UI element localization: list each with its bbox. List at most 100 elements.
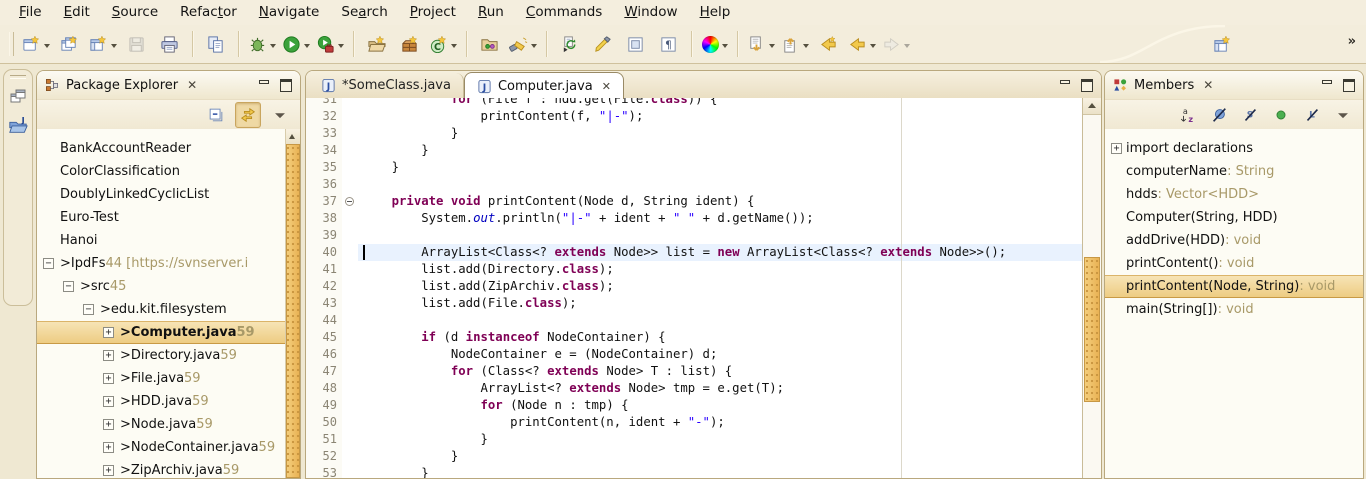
restore-view-button[interactable] <box>6 83 30 109</box>
hide-static-button[interactable]: S <box>1238 103 1262 127</box>
highlighter-button[interactable] <box>586 29 619 59</box>
tree-item-doublylinkedcycliclist[interactable]: DoublyLinkedCyclicList <box>37 183 286 206</box>
hide-local-button[interactable]: L <box>1300 103 1324 127</box>
member-item-hdds[interactable]: hdds : Vector<HDD> <box>1105 183 1363 206</box>
copy-editor-button[interactable] <box>199 29 232 59</box>
member-item-adddrive-hdd[interactable]: addDrive(HDD) : void <box>1105 229 1363 252</box>
package-explorer-scrollbar-thumb[interactable] <box>286 144 300 478</box>
open-type-button[interactable] <box>473 29 506 59</box>
member-item-computername[interactable]: computerName : String <box>1105 160 1363 183</box>
tree-item-ipdfs[interactable]: −J> IpdFs 44 [https://svnserver.i <box>37 252 286 275</box>
menu-refactor[interactable]: Refactor <box>169 0 248 25</box>
view-menu-button[interactable] <box>268 103 292 127</box>
menu-source[interactable]: Source <box>101 0 169 25</box>
link-with-editor-button[interactable] <box>235 102 261 128</box>
tree-expander[interactable]: + <box>103 327 114 338</box>
synchronize-button[interactable] <box>553 29 586 59</box>
member-item-printcontent-node-string[interactable]: printContent(Node, String) : void <box>1105 275 1363 298</box>
member-item-printcontent[interactable]: printContent() : void <box>1105 252 1363 275</box>
tree-expander[interactable]: + <box>103 373 114 384</box>
new-package-button[interactable] <box>393 29 426 59</box>
debug-dropdown-arrow-icon[interactable] <box>270 44 276 51</box>
show-public-button[interactable] <box>1269 103 1293 127</box>
external-tools-dropdown-arrow-icon[interactable] <box>338 44 344 51</box>
menu-commands[interactable]: Commands <box>515 0 613 25</box>
member-item-import-declarations[interactable]: +import declarations <box>1105 137 1363 160</box>
new-java-project-button[interactable] <box>360 29 393 59</box>
member-item-computer-string-hdd[interactable]: cComputer(String, HDD) <box>1105 206 1363 229</box>
tree-item-src[interactable]: −> src 45 <box>37 275 286 298</box>
editor-maximize-button[interactable] <box>1081 79 1093 92</box>
fast-view-handle[interactable] <box>10 75 26 79</box>
search-dropdown-arrow-icon[interactable] <box>531 44 537 51</box>
new-editor-button[interactable] <box>53 29 86 59</box>
last-edit-location-button[interactable] <box>812 29 845 59</box>
tree-expander[interactable]: + <box>103 442 114 453</box>
tree-item-colorclassification[interactable]: ColorClassification <box>37 160 286 183</box>
new-class-button[interactable]: C <box>426 29 460 59</box>
tree-expander[interactable]: − <box>43 258 54 269</box>
new-dropdown-arrow-icon[interactable] <box>44 44 50 51</box>
tree-item-directory-java[interactable]: +J> Directory.java 59 <box>37 344 286 367</box>
tree-item-ziparchiv-java[interactable]: +J> ZipArchiv.java 59 <box>37 459 286 478</box>
new-button[interactable] <box>19 29 53 59</box>
menu-search[interactable]: Search <box>330 0 398 25</box>
sort-button[interactable]: az <box>1176 103 1200 127</box>
java-browsing-button[interactable]: J <box>6 112 30 138</box>
previous-annotation-dropdown-arrow-icon[interactable] <box>803 44 809 51</box>
tree-item-euro-test[interactable]: Euro-Test <box>37 206 286 229</box>
package-explorer-minimize-button[interactable] <box>259 79 269 89</box>
tree-expander[interactable]: + <box>103 396 114 407</box>
debug-button[interactable] <box>245 29 279 59</box>
scroll-up-arrow-icon[interactable] <box>286 129 300 145</box>
new-class-dropdown-arrow-icon[interactable] <box>451 44 457 51</box>
tree-expander[interactable]: + <box>103 465 114 476</box>
tree-item-hdd-java[interactable]: +J> HDD.java 59 <box>37 390 286 413</box>
collapse-all-button[interactable] <box>204 103 228 127</box>
forward-dropdown-arrow-icon[interactable] <box>904 44 910 51</box>
menu-help[interactable]: Help <box>689 0 742 25</box>
new-view-dropdown-arrow-icon[interactable] <box>111 44 117 51</box>
tree-expander[interactable]: + <box>103 419 114 430</box>
show-selected-element-button[interactable] <box>619 29 652 59</box>
tree-item-nodecontainer-java[interactable]: +J> NodeContainer.java 59 <box>37 436 286 459</box>
editor-tab-computer-java[interactable]: JComputer.java✕ <box>464 72 624 99</box>
editor-minimize-button[interactable] <box>1060 79 1070 89</box>
menu-project[interactable]: Project <box>399 0 467 25</box>
editor-scroll-up-arrow-icon[interactable] <box>1083 98 1101 115</box>
tree-item-hanoi[interactable]: Hanoi <box>37 229 286 252</box>
members-maximize-button[interactable] <box>1343 79 1355 92</box>
next-annotation-dropdown-arrow-icon[interactable] <box>769 44 775 51</box>
back-dropdown-arrow-icon[interactable] <box>870 44 876 51</box>
next-annotation-button[interactable] <box>744 29 778 59</box>
menu-run[interactable]: Run <box>467 0 515 25</box>
show-whitespace-button[interactable]: ¶ <box>652 29 685 59</box>
menu-navigate[interactable]: Navigate <box>248 0 331 25</box>
editor-tab-close-icon[interactable]: ✕ <box>602 80 611 93</box>
run-button[interactable] <box>279 29 313 59</box>
package-explorer-close-icon[interactable]: ✕ <box>187 79 197 91</box>
code-text-area[interactable]: for (File f : hdd.get(File.class)) { pri… <box>362 98 1083 478</box>
tree-item-bankaccountreader[interactable]: BankAccountReader <box>37 137 286 160</box>
member-item-main-string[interactable]: Smain(String[]) : void <box>1105 298 1363 321</box>
tree-expander[interactable]: − <box>83 304 94 315</box>
menu-edit[interactable]: Edit <box>53 0 101 25</box>
package-explorer-maximize-button[interactable] <box>280 79 292 92</box>
menu-file[interactable]: File <box>8 0 53 25</box>
search-button[interactable] <box>506 29 540 59</box>
tree-item-file-java[interactable]: +J> File.java 59 <box>37 367 286 390</box>
print-button[interactable] <box>153 29 186 59</box>
tree-expander[interactable]: + <box>103 350 114 361</box>
new-view-button[interactable] <box>86 29 120 59</box>
editor-tab-someclass-java[interactable]: J*SomeClass.java <box>309 73 464 98</box>
color-palette-dropdown-arrow-icon[interactable] <box>722 44 728 51</box>
previous-annotation-button[interactable] <box>778 29 812 59</box>
open-perspective-button[interactable] <box>1206 29 1239 59</box>
package-explorer-tree[interactable]: BankAccountReaderColorClassificationDoub… <box>37 129 286 478</box>
external-tools-button[interactable] <box>313 29 347 59</box>
members-list[interactable]: +import declarationscomputerName : Strin… <box>1105 129 1363 478</box>
tree-expander[interactable]: − <box>63 281 74 292</box>
tree-item-edu-kit-filesystem[interactable]: −> edu.kit.filesystem <box>37 298 286 321</box>
tree-item-computer-java[interactable]: +J> Computer.java 59 <box>37 321 286 344</box>
toolbar-overflow-chevron[interactable]: » <box>1348 34 1356 49</box>
